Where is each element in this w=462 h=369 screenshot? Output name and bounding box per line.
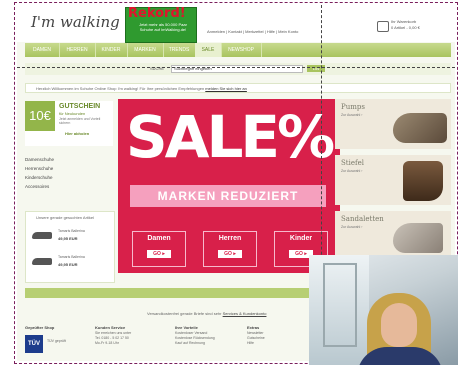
teaser-link[interactable]: Zur Auswahl › — [341, 169, 362, 173]
category-sidebar: Damenschuhe Herrenschuhe Kinderschuhe Ac… — [25, 155, 113, 191]
nav-item-sale[interactable]: SALE — [195, 43, 222, 57]
boot-image — [403, 161, 443, 201]
webcam-overlay — [309, 255, 458, 365]
main-nav: DAMEN HERREN KINDER MARKEN TRENDS SALE N… — [25, 43, 451, 57]
teaser-title: Pumps — [341, 103, 365, 111]
voucher-subtitle: für Neukunden — [59, 111, 86, 116]
promo-heading: Rekord! — [128, 6, 186, 21]
teaser-title: Stiefel — [341, 159, 364, 167]
cart-title: Ihr Warenkorb — [391, 19, 417, 24]
sale-category-damen[interactable]: Damen GO ▸ — [132, 231, 186, 267]
footnote: Versandkostenfrei gerade Briefe sind seh… — [147, 311, 266, 316]
voucher-box[interactable]: 10€ GUTSCHEIN für Neukunden Jetzt anmeld… — [25, 101, 113, 146]
search-bar: SUCHE Suchbegriff eingeben Los — [25, 63, 451, 75]
sale-category-label: Damen — [147, 235, 171, 242]
sale-category-label: Herren — [218, 235, 242, 242]
cart-icon — [377, 21, 389, 32]
welcome-bar: Herzlich Willkommen im Schuhe Online Sho… — [25, 83, 451, 93]
sale-category-herren[interactable]: Herren GO ▸ — [203, 231, 257, 267]
sale-headline: SALE% — [125, 103, 335, 171]
nav-item-trends[interactable]: TRENDS — [163, 43, 196, 57]
nav-item-damen[interactable]: DAMEN — [25, 43, 60, 57]
top-link[interactable]: Mein Konto — [278, 29, 298, 34]
footer-item[interactable]: Hilfe — [247, 341, 317, 346]
teaser-pumps[interactable]: Pumps Zur Auswahl › — [335, 99, 451, 149]
promo-badge[interactable]: Rekord! Jetzt mehr als 50.000 Paar Schuh… — [125, 6, 197, 43]
sale-band: MARKEN REDUZIERT — [130, 185, 326, 207]
top-link[interactable]: Kontakt — [228, 29, 242, 34]
site-logo[interactable]: I'm walking — [31, 13, 120, 31]
sidebar-item-accessoires[interactable]: Accessoires — [25, 182, 113, 191]
sidebar-item-damenschuhe[interactable]: Damenschuhe — [25, 155, 113, 164]
recent-products-box: Unsere gerade gesuchten Artikel Tamaris … — [25, 211, 115, 283]
top-link[interactable]: Anmelden — [207, 29, 225, 34]
go-button[interactable]: GO ▸ — [218, 250, 242, 258]
window-frame — [323, 263, 357, 347]
sidebar-item-herrenschuhe[interactable]: Herrenschuhe — [25, 164, 113, 173]
nav-item-herren[interactable]: HERREN — [59, 43, 96, 57]
cart[interactable]: Ihr Warenkorb 0 Artikel - 0,00 € — [377, 19, 447, 35]
teaser-link[interactable]: Zur Auswahl › — [341, 225, 362, 229]
footnote-link[interactable]: Services & Kundenkonto — [223, 311, 267, 316]
top-link[interactable]: Hilfe — [267, 29, 275, 34]
sidebar-item-kinderschuhe[interactable]: Kinderschuhe — [25, 173, 113, 182]
guide-line-horizontal — [17, 67, 455, 68]
product-name: Tamaris Ballerina — [58, 255, 85, 259]
footer-heading: Geprüfter Shop — [25, 325, 55, 330]
footer-column: Ihre Vorteile Kostenloser Versand Kosten… — [175, 325, 245, 346]
teaser-title: Sandaletten — [341, 215, 384, 223]
teaser-sandaletten[interactable]: Sandaletten Zur Auswahl › — [335, 211, 451, 261]
cart-value: 0 Artikel - 0,00 € — [391, 25, 420, 30]
footer-item[interactable]: TÜV geprüft — [47, 339, 66, 344]
product-item[interactable]: Tamaris Ballerina 49,95 EUR — [32, 252, 112, 272]
promo-text: Jetzt mehr als 50.000 Paar Schuhe auf Im… — [139, 22, 187, 32]
footer-column: Geprüfter Shop TÜV TÜV geprüft — [25, 325, 95, 353]
product-price: 49,95 EUR — [58, 262, 78, 267]
teaser-link[interactable]: Zur Auswahl › — [341, 113, 362, 117]
nav-item-kinder[interactable]: KINDER — [95, 43, 128, 57]
sale-category-label: Kinder — [289, 235, 313, 242]
top-links: Anmelden | Kontakt | Merkzettel | Hilfe … — [207, 29, 299, 34]
welcome-text: Herzlich Willkommen im Schuhe Online Sho… — [36, 86, 205, 91]
sale-banner[interactable]: SALE% MARKEN REDUZIERT Damen GO ▸ Herren… — [118, 99, 340, 273]
product-item[interactable]: Tamaris Ballerina 49,95 EUR — [32, 226, 112, 246]
nav-item-marken[interactable]: MARKEN — [127, 43, 164, 57]
shoe-thumbnail — [32, 232, 52, 239]
voucher-link[interactable]: Hier abholen — [65, 131, 89, 136]
teaser-stiefel[interactable]: Stiefel Zur Auswahl › — [335, 155, 451, 205]
voucher-amount: 10€ — [25, 101, 55, 131]
top-link[interactable]: Merkzettel — [245, 29, 263, 34]
sandal-image — [393, 223, 443, 253]
footer-column: Kunden Service Sie erreichen uns unter T… — [95, 325, 165, 346]
voucher-title: GUTSCHEIN — [59, 103, 101, 110]
footnote-text: Versandkostenfrei gerade Briefe sind seh… — [147, 311, 222, 316]
tuv-seal[interactable]: TÜV — [25, 335, 43, 353]
header: I'm walking Rekord! Jetzt mehr als 50.00… — [17, 5, 455, 43]
product-name: Tamaris Ballerina — [58, 229, 85, 233]
footer-item: Mo-Fr 9-18 Uhr — [95, 341, 119, 345]
product-price: 49,95 EUR — [58, 236, 78, 241]
go-button[interactable]: GO ▸ — [147, 250, 171, 258]
pump-image — [393, 113, 447, 143]
recent-products-title: Unsere gerade gesuchten Artikel — [36, 215, 95, 220]
nav-item-newshop[interactable]: NEWSHOP — [221, 43, 262, 57]
footer-item[interactable]: Kauf auf Rechnung — [175, 341, 245, 346]
voucher-desc: Jetzt anmelden und Vorteil sichern — [59, 117, 101, 125]
login-link[interactable]: melden Sie sich hier an — [205, 86, 247, 91]
person-face — [381, 303, 417, 347]
footer-column: Extras Newsletter Gutscheine Hilfe — [247, 325, 317, 346]
shoe-thumbnail — [32, 258, 52, 265]
